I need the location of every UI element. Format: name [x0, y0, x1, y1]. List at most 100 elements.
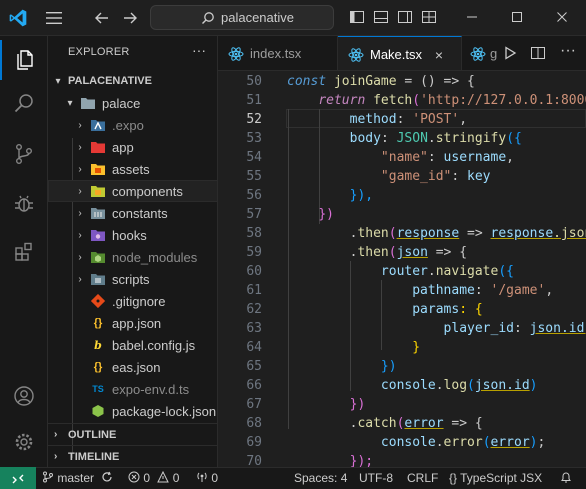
arrow-right-icon[interactable] — [120, 8, 140, 28]
maximize-icon[interactable] — [509, 9, 525, 25]
line-number: 51 — [246, 93, 262, 108]
search-icon — [202, 12, 214, 24]
run-debug-activity-icon[interactable] — [0, 184, 48, 224]
source-control-activity-icon[interactable] — [0, 134, 48, 174]
indentation-indicator[interactable]: Spaces: 4 — [294, 471, 347, 485]
run-icon[interactable] — [502, 45, 518, 61]
notifications-indicator[interactable] — [560, 471, 572, 487]
menu-hamburger-icon[interactable] — [44, 9, 64, 27]
tree-item-label: eas.json — [112, 359, 161, 375]
remote-indicator[interactable] — [0, 467, 36, 489]
tree-item-assets[interactable]: › assets — [48, 158, 217, 180]
code-line: }) — [349, 397, 366, 412]
tree-item-label: constants — [112, 205, 168, 221]
tree-item-hooks[interactable]: › hooks — [48, 224, 217, 246]
tree-item-components[interactable]: › components — [48, 180, 217, 202]
branch-indicator[interactable]: master — [42, 471, 113, 485]
timeline-section[interactable]: › TIMELINE — [48, 445, 217, 467]
gear-icon — [15, 433, 33, 451]
code-line: "name": username, — [380, 150, 514, 165]
code-line: }), — [349, 188, 374, 203]
tree-item-expo-env[interactable]: TS expo-env.d.ts — [48, 378, 217, 400]
explorer-more-actions-icon[interactable]: ··· — [192, 42, 206, 58]
problems-indicator[interactable]: 0 0 — [128, 470, 179, 485]
tree-item-app[interactable]: › app — [48, 136, 217, 158]
command-center-search[interactable]: palacenative — [150, 5, 334, 30]
tree-item-label: package-lock.json — [112, 403, 217, 419]
node-file-icon — [90, 403, 106, 419]
toggle-secondary-sidebar-icon[interactable] — [397, 9, 413, 25]
tree-item-expo[interactable]: › .expo — [48, 114, 217, 136]
code-editor[interactable]: 50 51 52 53 54 55 56 57 58 59 60 61 62 6… — [218, 71, 586, 467]
tree-item-constants[interactable]: › constants — [48, 202, 217, 224]
eol-indicator[interactable]: CRLF — [407, 471, 438, 485]
code-line: .then(json => { — [287, 245, 468, 260]
minimize-icon[interactable] — [464, 9, 480, 25]
chevron-right-icon: › — [78, 273, 82, 285]
line-number: 52 — [246, 112, 262, 127]
code-line: body: JSON.stringify({ — [349, 131, 522, 146]
tab-label: index.tsx — [250, 46, 302, 61]
accounts-activity-icon[interactable] — [0, 376, 48, 416]
split-editor-icon[interactable] — [530, 45, 546, 61]
close-tab-icon[interactable]: × — [432, 48, 446, 62]
tree-item-label: app — [112, 139, 134, 155]
tree-item-label: .gitignore — [112, 293, 166, 309]
chevron-right-icon: › — [78, 251, 82, 263]
close-window-icon[interactable] — [554, 9, 570, 25]
line-number: 62 — [246, 302, 262, 317]
tab-make-tsx[interactable]: Make.tsx × — [338, 36, 462, 70]
tree-item-label: .expo — [112, 117, 144, 133]
language-indicator[interactable]: {} TypeScript JSX — [449, 471, 542, 485]
tree-item-node-modules[interactable]: › node_modules — [48, 246, 217, 268]
chevron-right-icon: › — [54, 429, 58, 440]
search-text: palacenative — [221, 10, 294, 25]
editor-more-actions-icon[interactable]: ··· — [560, 42, 576, 60]
toggle-panel-icon[interactable] — [373, 9, 389, 25]
ports-indicator[interactable]: 0 — [196, 471, 218, 485]
chevron-right-icon: › — [78, 207, 82, 219]
arrow-left-icon[interactable] — [92, 8, 112, 28]
tree-item-babel-config[interactable]: b babel.config.js — [48, 334, 217, 356]
workspace-root[interactable]: ▾ PALACENATIVE — [48, 70, 217, 92]
code-line: method: 'POST', — [349, 112, 468, 127]
scripts-folder-icon — [90, 271, 106, 287]
search-activity-icon[interactable] — [0, 84, 48, 124]
language-label: TypeScript JSX — [460, 471, 543, 485]
line-number: 58 — [246, 226, 262, 241]
node-modules-folder-icon — [90, 249, 106, 265]
tree-item-gitignore[interactable]: .gitignore — [48, 290, 217, 312]
sync-icon[interactable] — [101, 471, 113, 483]
account-icon — [14, 386, 34, 406]
tab-index-tsx[interactable]: index.tsx — [218, 36, 338, 70]
warning-icon — [157, 470, 170, 483]
encoding-indicator[interactable]: UTF-8 — [359, 471, 393, 485]
folder-palace[interactable]: ▾ palace — [48, 92, 217, 114]
toggle-primary-sidebar-icon[interactable] — [349, 9, 365, 25]
tree-item-app-json[interactable]: {} app.json — [48, 312, 217, 334]
chevron-right-icon: › — [54, 451, 58, 462]
tree-item-package-lock[interactable]: package-lock.json — [48, 400, 217, 422]
tree-item-label: babel.config.js — [112, 337, 196, 353]
line-number: 55 — [246, 169, 262, 184]
tree-item-label: components — [112, 183, 183, 199]
folder-open-icon — [80, 95, 96, 111]
tab-partial[interactable]: g — [462, 36, 502, 70]
code-line: console.log(json.id) — [380, 378, 538, 393]
react-icon — [348, 47, 364, 62]
extensions-activity-icon[interactable] — [0, 232, 48, 272]
ports-count: 0 — [211, 471, 219, 485]
debug-icon — [15, 195, 33, 212]
customize-layout-icon[interactable] — [421, 9, 437, 25]
manage-activity-icon[interactable] — [0, 422, 48, 462]
code-line: params: { — [412, 302, 483, 317]
outline-section[interactable]: › OUTLINE — [48, 423, 217, 445]
app-folder-icon — [90, 139, 106, 155]
json-file-icon: {} — [93, 317, 103, 329]
vscode-logo-icon[interactable] — [8, 8, 28, 28]
explorer-sidebar: EXPLORER ··· ▾ PALACENATIVE ▾ palace › .… — [48, 36, 218, 467]
explorer-activity-icon[interactable] — [0, 40, 48, 80]
tree-item-eas-json[interactable]: {} eas.json — [48, 356, 217, 378]
line-number: 61 — [246, 283, 262, 298]
tree-item-scripts[interactable]: › scripts — [48, 268, 217, 290]
